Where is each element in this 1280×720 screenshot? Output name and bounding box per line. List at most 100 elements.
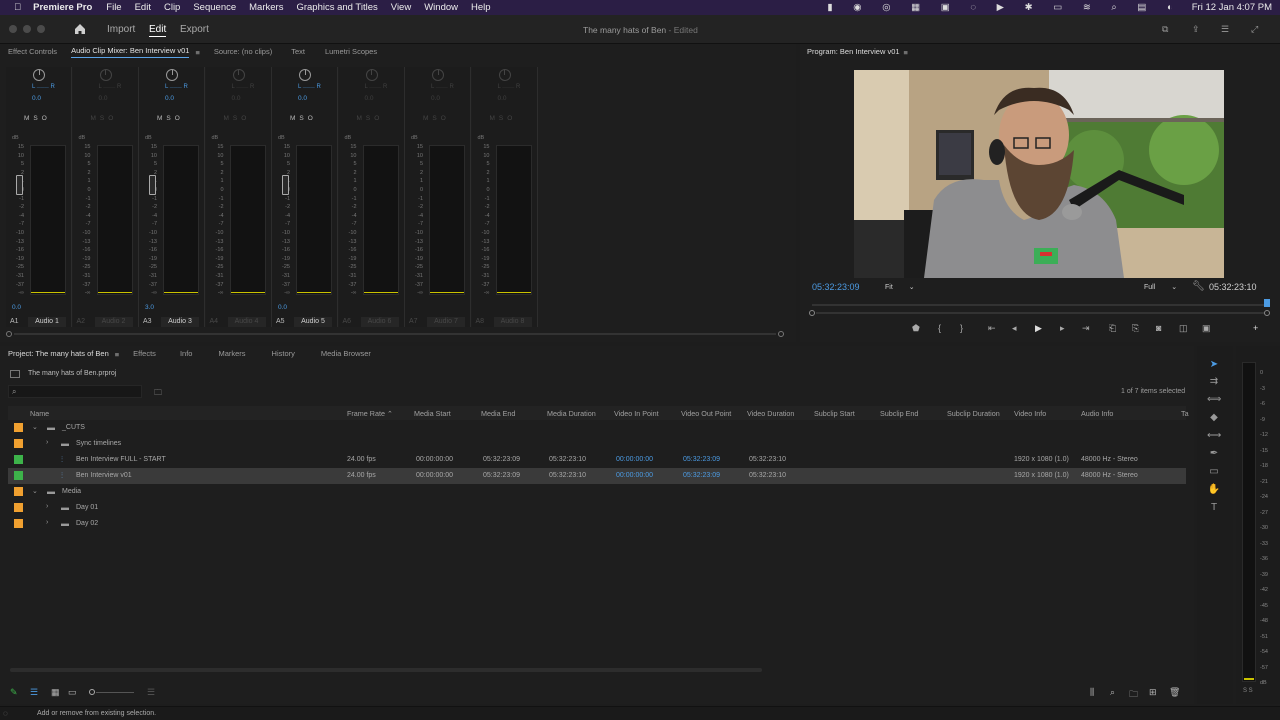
menu-sequence[interactable]: Sequence <box>193 2 236 13</box>
tab-menu-icon[interactable]: ≡ <box>195 48 199 57</box>
track-name[interactable]: Audio 8 <box>493 317 532 327</box>
playhead-timecode[interactable]: 05:32:23:09 <box>812 282 860 292</box>
workspace-export[interactable]: Export <box>180 24 209 35</box>
mark-out-icon[interactable]: } <box>960 323 963 333</box>
step-back-icon[interactable]: ◂ <box>1012 323 1017 334</box>
menu-file[interactable]: File <box>106 2 121 13</box>
column-media-duration[interactable]: Media Duration <box>547 409 596 418</box>
track-name[interactable]: Audio 4 <box>227 317 266 327</box>
column-video-out-point[interactable]: Video Out Point <box>681 409 731 418</box>
column-frame-rate[interactable]: Frame Rate ⌃ <box>347 409 393 418</box>
item-name[interactable]: Ben Interview FULL - START <box>76 456 166 463</box>
table-row[interactable]: ⫶ Ben Interview v01 24.00 fps 00:00:00:00 05… <box>8 468 1186 484</box>
label-color-swatch[interactable] <box>14 423 23 432</box>
tab-program-monitor[interactable]: Program: Ben Interview v01 <box>807 47 900 58</box>
program-time-ruler[interactable] <box>812 304 1268 306</box>
mute-solo-record-buttons[interactable]: MSO <box>24 115 51 122</box>
zoom-slider-handle[interactable] <box>89 689 95 695</box>
volume-fader[interactable] <box>149 175 156 195</box>
track-name[interactable]: Audio 1 <box>28 317 66 327</box>
label-color-swatch[interactable] <box>14 519 23 528</box>
tab-media-browser[interactable]: Media Browser <box>321 349 371 360</box>
tab-audio-clip-mixer[interactable]: Audio Clip Mixer: Ben Interview v01 <box>71 46 190 58</box>
add-marker-icon[interactable]: ⬟ <box>912 323 920 334</box>
tab-source[interactable]: Source: (no clips) <box>214 47 272 58</box>
meter-solo-buttons[interactable]: S S <box>1243 688 1253 694</box>
column-video-duration[interactable]: Video Duration <box>747 409 794 418</box>
chevron-right-icon[interactable]: › <box>46 503 48 510</box>
mute-solo-record-buttons[interactable]: MSO <box>357 115 384 122</box>
label-color-swatch[interactable] <box>14 439 23 448</box>
item-name[interactable]: Sync timelines <box>76 440 121 447</box>
item-name[interactable]: Day 01 <box>76 504 98 511</box>
pan-knob[interactable] <box>498 69 511 81</box>
track-name[interactable]: Audio 5 <box>294 317 332 327</box>
tab-text[interactable]: Text <box>291 47 305 58</box>
new-item-icon[interactable]: ⊞ <box>1149 687 1157 698</box>
zoom-dropdown[interactable]: Fit ⌄ <box>885 283 915 291</box>
pan-value[interactable]: 0.0 <box>99 95 108 102</box>
chevron-right-icon[interactable]: › <box>46 439 48 446</box>
column-media-end[interactable]: Media End <box>481 409 515 418</box>
apple-menu-icon[interactable]:  <box>14 2 21 13</box>
track-name[interactable]: Audio 7 <box>427 317 465 327</box>
tab-markers[interactable]: Markers <box>218 349 245 360</box>
selection-tool-icon[interactable]: ➤ <box>1207 358 1221 372</box>
list-view-icon[interactable]: ☰ <box>30 687 38 698</box>
table-row[interactable]: ⌄ ▬ Media <box>8 484 1186 500</box>
zoom-window-button[interactable] <box>37 25 45 33</box>
fader-value[interactable]: 0.0 <box>278 304 287 311</box>
minimize-window-button[interactable] <box>23 25 31 33</box>
track-name[interactable]: Audio 3 <box>161 317 199 327</box>
find-icon[interactable]: ⌕ <box>1110 687 1115 698</box>
column-subclip-duration[interactable]: Subclip Duration <box>947 409 1000 418</box>
slip-tool-icon[interactable]: ⟷ <box>1207 429 1221 443</box>
track-name[interactable]: Audio 6 <box>360 317 399 327</box>
workspace-import[interactable]: Import <box>107 24 135 35</box>
menu-help[interactable]: Help <box>471 2 491 13</box>
pan-value[interactable]: 0.0 <box>498 95 507 102</box>
column-tape-name[interactable]: Ta <box>1181 409 1189 418</box>
chevron-down-icon[interactable]: ⌄ <box>32 423 38 431</box>
export-frame-camera-icon[interactable]: ◙ <box>1156 323 1161 333</box>
pan-value[interactable]: 0.0 <box>165 95 174 102</box>
volume-fader[interactable] <box>282 175 289 195</box>
zoom-scroll-left-handle[interactable] <box>809 310 815 316</box>
pan-knob[interactable] <box>299 69 311 81</box>
menu-markers[interactable]: Markers <box>249 2 283 13</box>
razor-tool-icon[interactable]: ◆ <box>1207 411 1221 425</box>
item-name[interactable]: Ben Interview v01 <box>76 472 132 479</box>
table-row[interactable]: ⫶ Ben Interview FULL - START 24.00 fps 00:0… <box>8 452 1186 468</box>
label-color-swatch[interactable] <box>14 471 23 480</box>
new-bin-icon[interactable]: 🗀︎ <box>1129 687 1138 703</box>
table-row[interactable]: › ▬ Day 01 <box>8 500 1186 516</box>
menu-view[interactable]: View <box>391 2 411 13</box>
item-name[interactable]: Media <box>62 488 81 495</box>
mute-solo-record-buttons[interactable]: MSO <box>490 115 517 122</box>
mixer-scroll-right-handle[interactable] <box>778 331 784 337</box>
pan-value[interactable]: 0.0 <box>431 95 440 102</box>
close-window-button[interactable] <box>9 25 17 33</box>
fader-value[interactable]: 3.0 <box>145 304 154 311</box>
go-to-out-icon[interactable]: ⇥ <box>1082 323 1090 334</box>
mute-solo-record-buttons[interactable]: MSO <box>290 115 317 122</box>
freeform-view-icon[interactable]: ▭ <box>68 687 77 698</box>
lift-icon[interactable]: ⎗ <box>1109 323 1116 334</box>
playhead-marker[interactable] <box>1264 299 1270 307</box>
menubar-clock[interactable]: Fri 12 Jan 4:07 PM <box>1192 2 1272 13</box>
fader-value[interactable]: 0.0 <box>12 304 21 311</box>
pan-knob[interactable] <box>99 69 112 81</box>
chevron-right-icon[interactable]: › <box>46 519 48 526</box>
menu-window[interactable]: Window <box>424 2 458 13</box>
track-select-tool-icon[interactable]: ⇉ <box>1207 375 1221 389</box>
label-color-swatch[interactable] <box>14 487 23 496</box>
comparison-view-icon[interactable]: ◫ <box>1179 323 1188 334</box>
pan-knob[interactable] <box>33 69 45 81</box>
search-input[interactable]: ⌕ <box>8 385 142 398</box>
tab-project[interactable]: Project: The many hats of Ben <box>8 349 109 360</box>
sort-icons-icon[interactable]: ☰ <box>147 687 155 698</box>
step-forward-icon[interactable]: ▸ <box>1060 323 1065 334</box>
trash-icon[interactable]: 🗑︎ <box>1169 687 1180 698</box>
menu-graphics-and-titles[interactable]: Graphics and Titles <box>296 2 377 13</box>
pan-value[interactable]: 0.0 <box>298 95 307 102</box>
